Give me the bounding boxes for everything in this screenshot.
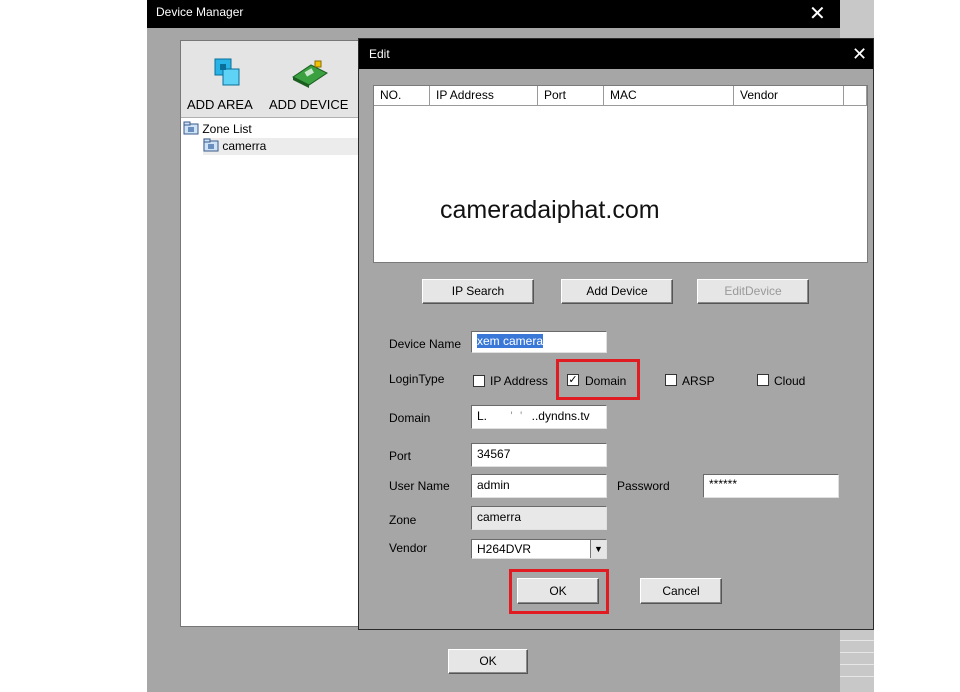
tree-item-camerra[interactable]: camerra <box>203 138 359 155</box>
add-device-button[interactable]: ADD DEVICE <box>267 51 359 115</box>
vendor-select[interactable]: H264DVR ▼ <box>471 539 607 559</box>
dialog-title: Edit <box>369 47 390 61</box>
device-manager-titlebar: Device Manager ✕ <box>147 0 840 28</box>
login-type-label: LoginType <box>389 372 445 386</box>
ok-button[interactable]: OK <box>517 578 599 604</box>
column-header-port[interactable]: Port <box>538 86 604 105</box>
column-header-no[interactable]: NO. <box>374 86 430 105</box>
column-header-vendor[interactable]: Vendor <box>734 86 844 105</box>
vendor-label: Vendor <box>389 541 428 555</box>
table-header: NO. IP Address Port MAC Vendor <box>374 86 867 106</box>
username-input[interactable]: admin <box>471 474 607 498</box>
cancel-button[interactable]: Cancel <box>640 578 722 604</box>
tree-item-label: Zone List <box>202 122 252 136</box>
zone-panel: ADD AREA ADD DEVICE Zone List camerra <box>180 40 360 627</box>
port-label: Port <box>389 449 412 463</box>
username-label: User Name <box>389 479 450 493</box>
column-header-mac[interactable]: MAC <box>604 86 734 105</box>
edit-device-button[interactable]: EditDevice <box>697 279 809 304</box>
tree-item-zone-list[interactable]: Zone List <box>183 121 359 138</box>
domain-input[interactable]: L. ' ' ..dyndns.tv <box>471 405 607 429</box>
add-device-button[interactable]: Add Device <box>561 279 673 304</box>
login-cloud-label: Cloud <box>774 374 806 388</box>
column-header-ip-address[interactable]: IP Address <box>430 86 538 105</box>
ip-search-button[interactable]: IP Search <box>422 279 534 304</box>
port-input[interactable]: 34567 <box>471 443 607 467</box>
device-manager-ok-button[interactable]: OK <box>448 649 528 674</box>
edit-dialog: Edit ✕ NO. IP Address Port MAC Vendor ca… <box>358 38 874 630</box>
folder-icon <box>203 138 219 152</box>
tree-item-label: camerra <box>222 139 267 153</box>
zone-input: camerra <box>471 506 607 530</box>
login-arsp-label: ARSP <box>682 374 715 388</box>
add-area-icon <box>214 58 240 86</box>
add-device-label: ADD DEVICE <box>269 97 349 112</box>
login-ip-address-checkbox[interactable] <box>473 375 485 387</box>
watermark-text: cameradaiphat.com <box>440 196 660 224</box>
device-name-input[interactable]: xem camera <box>471 331 607 353</box>
domain-highlight-box <box>556 359 640 400</box>
close-icon[interactable]: ✕ <box>852 45 867 63</box>
domain-label: Domain <box>389 411 431 425</box>
zone-label: Zone <box>389 513 417 527</box>
edit-dialog-titlebar: Edit ✕ <box>359 39 873 69</box>
login-ip-address-label: IP Address <box>490 374 548 388</box>
device-name-label: Device Name <box>389 337 462 351</box>
column-header-extra <box>844 86 867 105</box>
device-name-value: xem camera <box>477 334 544 348</box>
vendor-value: H264DVR <box>477 542 532 556</box>
login-arsp-checkbox[interactable] <box>665 374 677 386</box>
domain-value-end: ..dyndns.tv <box>531 409 590 423</box>
device-search-table[interactable]: NO. IP Address Port MAC Vendor cameradai… <box>373 85 868 263</box>
domain-value-start: L. <box>477 409 488 423</box>
password-input[interactable]: ****** <box>703 474 839 498</box>
login-cloud-checkbox[interactable] <box>757 374 769 386</box>
password-label: Password <box>617 479 670 493</box>
add-device-icon <box>292 60 328 88</box>
redacted-text: ' ' <box>510 409 525 423</box>
panel-toolbar: ADD AREA ADD DEVICE <box>181 41 359 118</box>
chevron-down-icon[interactable]: ▼ <box>590 540 606 558</box>
add-area-button[interactable]: ADD AREA <box>183 51 263 115</box>
add-area-label: ADD AREA <box>187 97 253 112</box>
close-icon[interactable]: ✕ <box>809 4 826 24</box>
window-title: Device Manager <box>156 5 244 19</box>
folder-icon <box>183 121 199 135</box>
